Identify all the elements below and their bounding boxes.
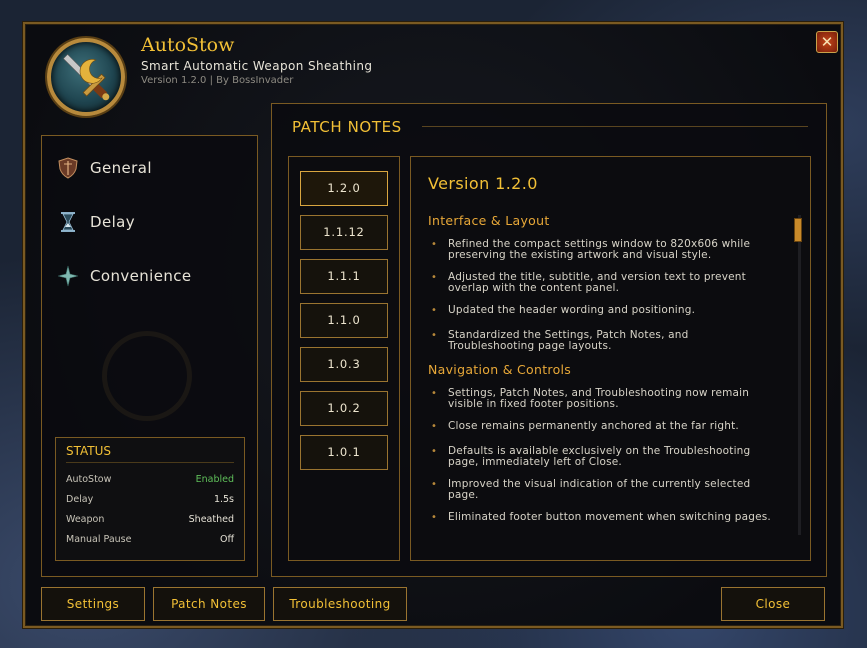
list-item: Defaults is available exclusively on the… bbox=[431, 446, 771, 468]
version-list: 1.2.0 1.1.12 1.1.1 1.1.0 1.0.3 1.0.2 1.0… bbox=[288, 156, 400, 561]
sidebar-item-label: Convenience bbox=[90, 267, 192, 285]
notes-version-title: Version 1.2.0 bbox=[428, 174, 538, 193]
addon-subtitle: Smart Automatic Weapon Sheathing bbox=[141, 59, 373, 73]
addon-logo-icon bbox=[47, 38, 125, 116]
sidebar-item-convenience[interactable]: Convenience bbox=[57, 265, 192, 287]
notes-content[interactable]: Version 1.2.0 Interface & Layout Refined… bbox=[410, 156, 811, 561]
list-item: Improved the visual indication of the cu… bbox=[431, 479, 771, 501]
sidebar-item-delay[interactable]: Delay bbox=[58, 211, 135, 233]
patch-notes-panel: PATCH NOTES 1.2.0 1.1.12 1.1.1 1.1.0 1.0… bbox=[271, 103, 827, 577]
version-button-1-1-1[interactable]: 1.1.1 bbox=[300, 259, 388, 294]
version-line: Version 1.2.0 | By BossInvader bbox=[141, 75, 294, 86]
status-value: 1.5s bbox=[213, 493, 234, 505]
section-heading: Interface & Layout bbox=[428, 213, 550, 228]
status-label: Delay bbox=[66, 493, 94, 505]
troubleshooting-button[interactable]: Troubleshooting bbox=[273, 587, 407, 621]
list-item: Settings, Patch Notes, and Troubleshooti… bbox=[431, 388, 771, 410]
title-divider bbox=[422, 126, 808, 127]
status-row-manual-pause: Manual Pause Off bbox=[66, 529, 234, 549]
version-button-1-0-3[interactable]: 1.0.3 bbox=[300, 347, 388, 382]
scrollbar-thumb[interactable] bbox=[794, 218, 802, 242]
status-row-autostow: AutoStow Enabled bbox=[66, 469, 234, 489]
watermark-logo-icon bbox=[102, 331, 192, 421]
list-item: Eliminated footer button movement when s… bbox=[431, 512, 771, 524]
status-value: Off bbox=[219, 533, 234, 545]
version-button-1-1-12[interactable]: 1.1.12 bbox=[300, 215, 388, 250]
list-item: Standardized the Settings, Patch Notes, … bbox=[431, 330, 771, 352]
page-title: PATCH NOTES bbox=[292, 118, 402, 136]
sidebar-item-general[interactable]: General bbox=[58, 157, 152, 179]
autostow-window: AutoStow Smart Automatic Weapon Sheathin… bbox=[23, 22, 843, 628]
scrollbar-track[interactable] bbox=[798, 215, 801, 535]
version-button-1-2-0[interactable]: 1.2.0 bbox=[300, 171, 388, 206]
sidebar-item-label: General bbox=[90, 159, 152, 177]
sidebar: General Delay Convenience STATUS AutoSto… bbox=[41, 135, 258, 577]
addon-title: AutoStow bbox=[141, 34, 235, 56]
status-row-weapon: Weapon Sheathed bbox=[66, 509, 234, 529]
patch-notes-button[interactable]: Patch Notes bbox=[153, 587, 265, 621]
status-value: Sheathed bbox=[188, 513, 234, 525]
sidebar-item-label: Delay bbox=[90, 213, 136, 231]
version-button-1-0-2[interactable]: 1.0.2 bbox=[300, 391, 388, 426]
status-label: Manual Pause bbox=[66, 533, 132, 545]
status-title: STATUS bbox=[66, 444, 234, 463]
status-label: AutoStow bbox=[66, 473, 112, 485]
version-button-1-0-1[interactable]: 1.0.1 bbox=[300, 435, 388, 470]
status-panel: STATUS AutoStow Enabled Delay 1.5s Weapo… bbox=[55, 437, 245, 561]
list-item: Updated the header wording and positioni… bbox=[431, 305, 771, 317]
shield-icon bbox=[58, 157, 78, 179]
hourglass-icon bbox=[58, 211, 78, 233]
list-item: Refined the compact settings window to 8… bbox=[431, 239, 771, 261]
sparkle-icon bbox=[57, 265, 79, 287]
list-item: Adjusted the title, subtitle, and versio… bbox=[431, 272, 771, 294]
section-heading: Navigation & Controls bbox=[428, 362, 572, 377]
status-value: Enabled bbox=[195, 473, 234, 485]
version-button-1-1-0[interactable]: 1.1.0 bbox=[300, 303, 388, 338]
status-label: Weapon bbox=[66, 513, 105, 525]
close-window-icon[interactable]: ✕ bbox=[816, 31, 838, 53]
list-item: Close remains permanently anchored at th… bbox=[431, 421, 771, 433]
status-row-delay: Delay 1.5s bbox=[66, 489, 234, 509]
settings-button[interactable]: Settings bbox=[41, 587, 145, 621]
close-button[interactable]: Close bbox=[721, 587, 825, 621]
